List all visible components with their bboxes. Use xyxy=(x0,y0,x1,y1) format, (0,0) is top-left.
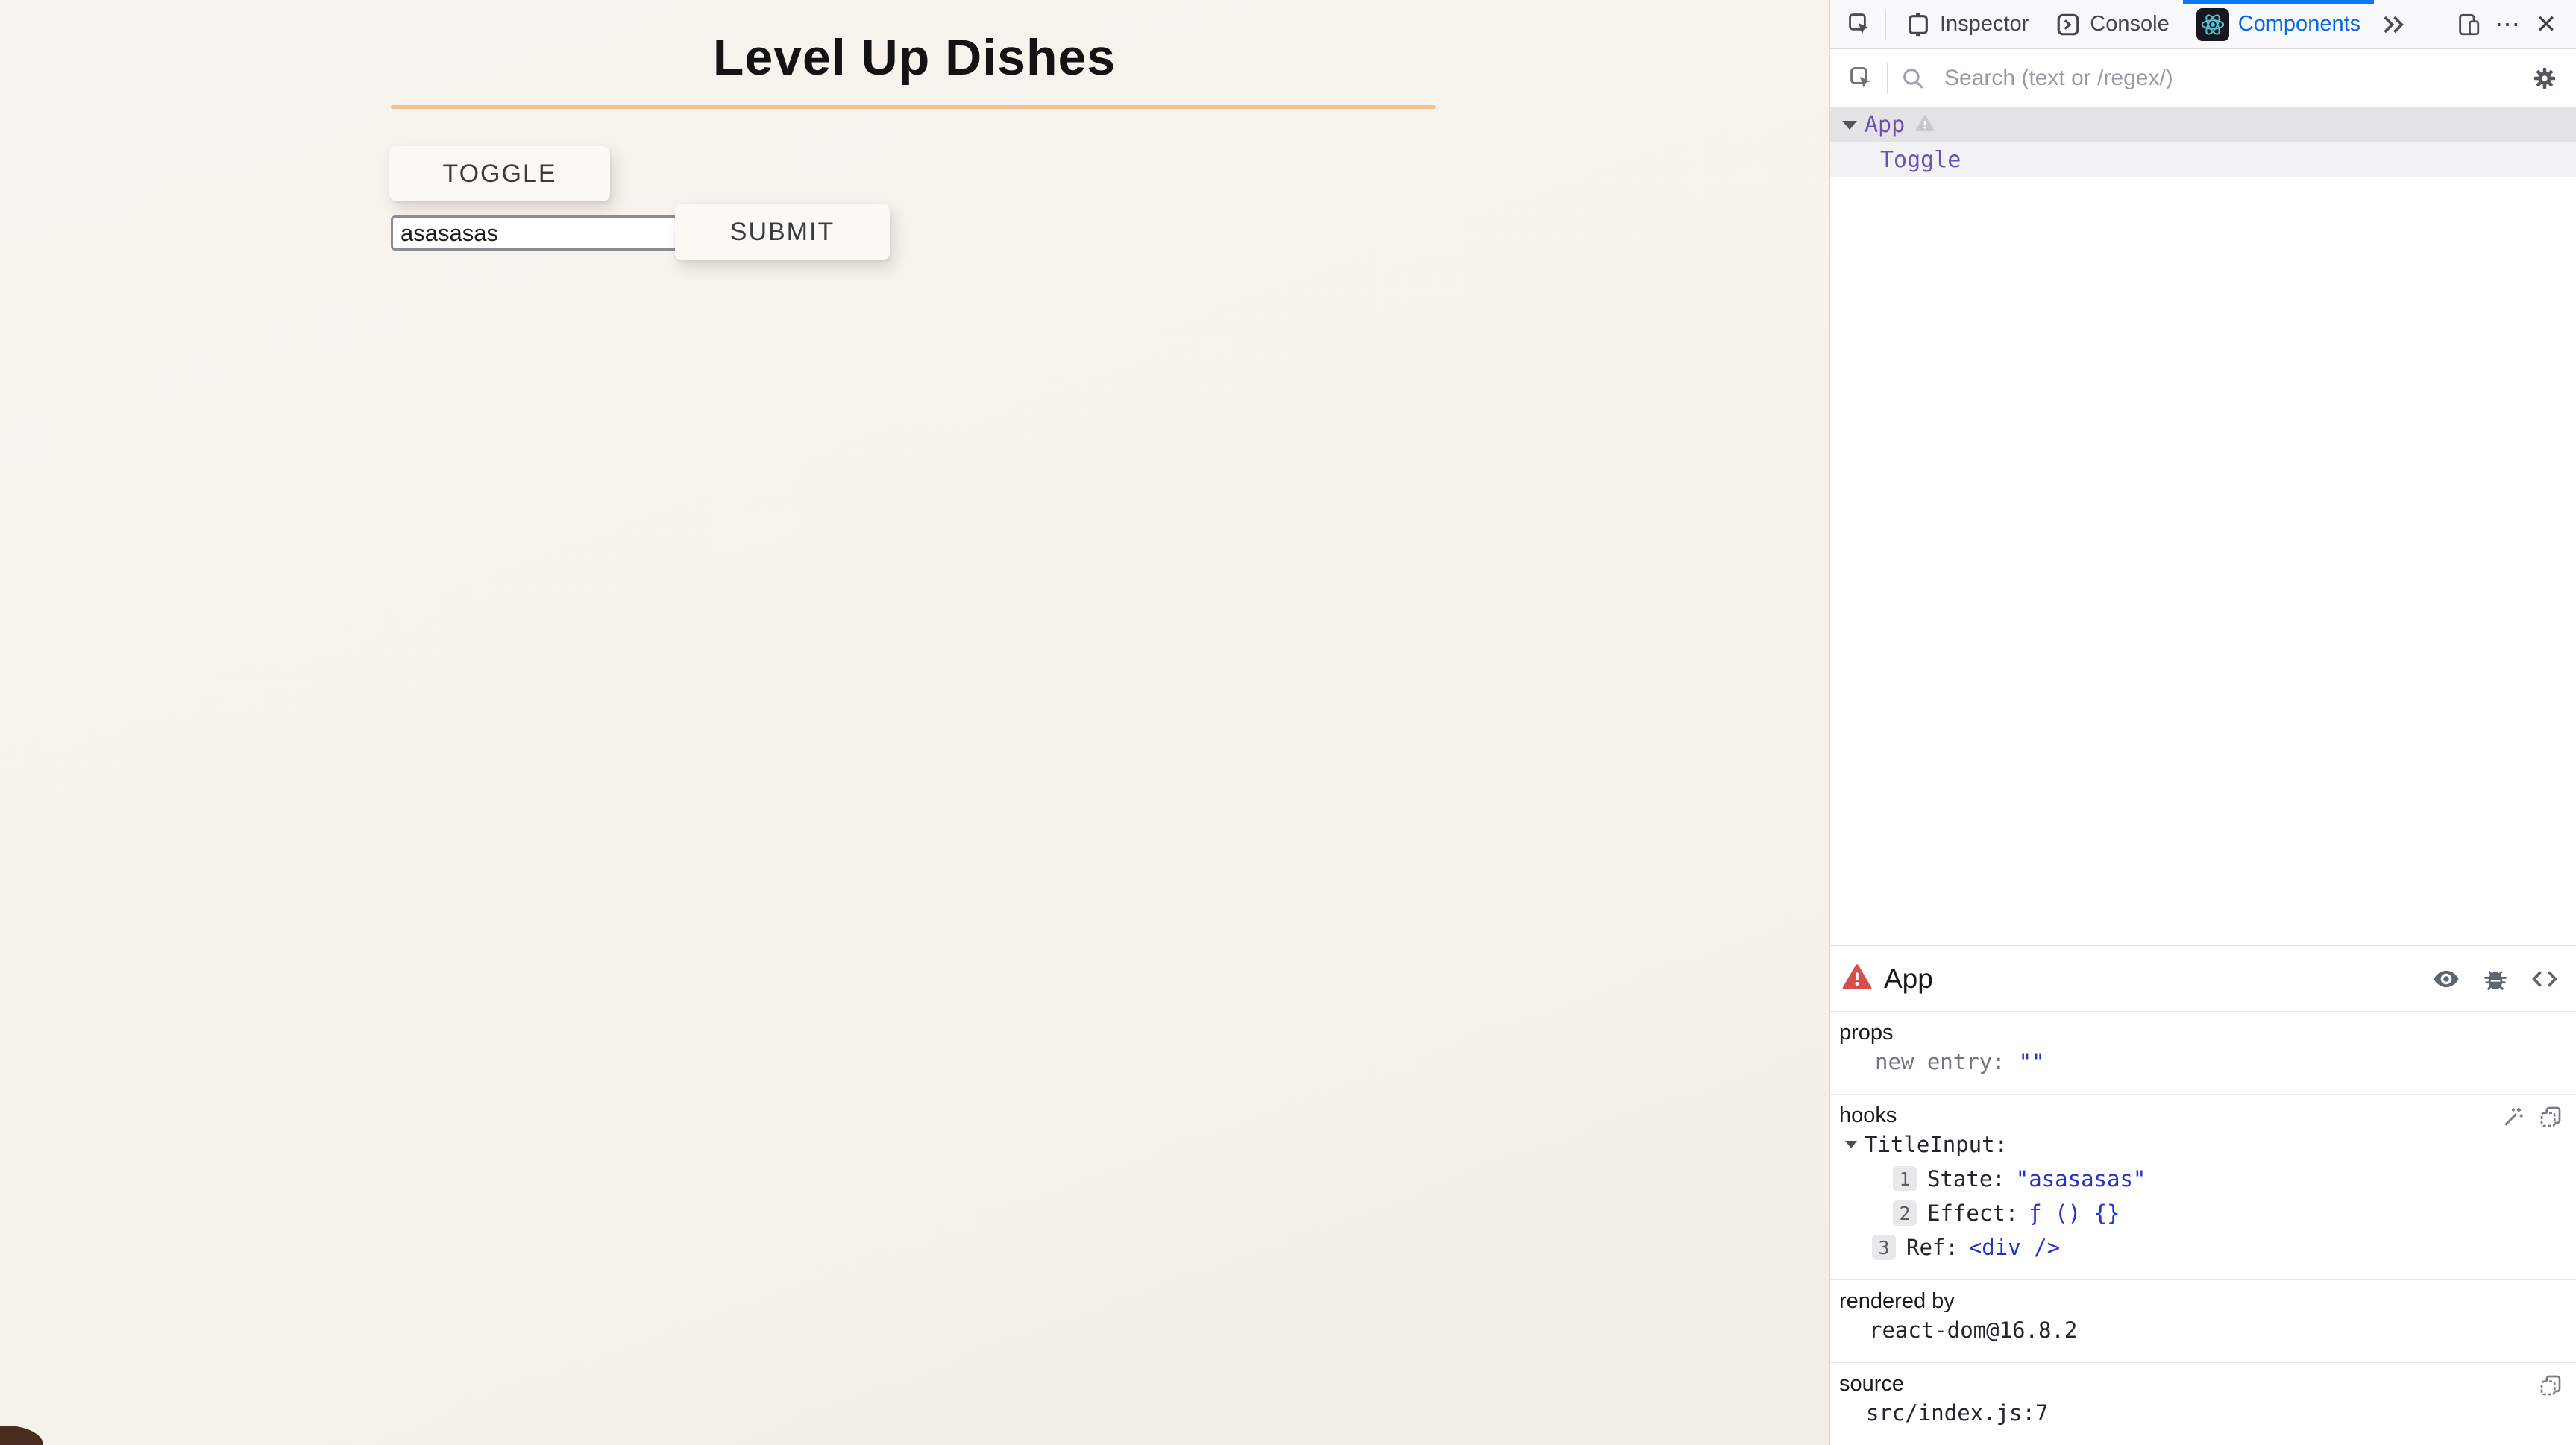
eye-icon[interactable] xyxy=(2427,960,2466,998)
tab-label: Inspector xyxy=(1940,12,2029,37)
code-brackets-icon[interactable] xyxy=(2525,960,2564,998)
warning-triangle-icon xyxy=(1915,112,1935,138)
react-icon xyxy=(2196,8,2229,41)
toolbar-divider xyxy=(1885,9,1886,40)
bug-icon[interactable] xyxy=(2476,960,2515,998)
title-underline xyxy=(391,105,1436,109)
hook-index-badge: 2 xyxy=(1893,1200,1917,1226)
section-label: source xyxy=(1839,1372,2564,1396)
hook-name: Effect: xyxy=(1927,1200,2018,1226)
component-name: App xyxy=(1865,112,1905,138)
gear-icon[interactable] xyxy=(2525,59,2564,98)
magic-wand-icon[interactable] xyxy=(2501,1105,2525,1132)
toolbar-divider xyxy=(1887,63,1888,94)
hook-row-state[interactable]: 1 State: "asasasas" xyxy=(1839,1162,2564,1196)
meatball-menu-icon[interactable]: ⋯ xyxy=(2488,5,2527,44)
custom-hook-name: TitleInput: xyxy=(1865,1132,2008,1157)
pick-element-icon[interactable] xyxy=(1842,59,1881,98)
section-label: rendered by xyxy=(1839,1289,2564,1313)
components-search-row xyxy=(1830,49,2576,107)
hook-row-ref[interactable]: 3 Ref: <div /> xyxy=(1839,1230,2564,1265)
hook-value: <div /> xyxy=(1969,1235,2060,1260)
rendered-by-value[interactable]: react-dom@16.8.2 xyxy=(1869,1318,2077,1343)
component-inspector: App xyxy=(1830,945,2576,1445)
title-input[interactable] xyxy=(391,215,679,251)
component-tree: App Toggle xyxy=(1830,107,2576,945)
inspector-icon xyxy=(1906,12,1931,37)
hook-name: Ref: xyxy=(1906,1235,1958,1260)
console-icon xyxy=(2055,12,2081,37)
devtools-panel: Inspector Console xyxy=(1829,0,2576,1445)
pick-element-icon[interactable] xyxy=(1841,5,1879,44)
hook-value: "asasasas" xyxy=(2016,1166,2146,1191)
page-title: Level Up Dishes xyxy=(0,28,1829,86)
error-triangle-icon xyxy=(1842,963,1872,994)
hook-row-effect[interactable]: 2 Effect: ƒ () {} xyxy=(1839,1196,2564,1230)
chevron-down-icon[interactable] xyxy=(1845,1141,1857,1148)
chevron-down-icon[interactable] xyxy=(1842,121,1857,130)
hooks-section: hooks xyxy=(1830,1095,2576,1280)
hook-value: ƒ () {} xyxy=(2029,1200,2120,1226)
source-value[interactable]: src/index.js:7 xyxy=(1866,1400,2048,1426)
screen: Level Up Dishes TOGGLE SUBMIT xyxy=(0,0,2576,1445)
rendered-by-section: rendered by react-dom@16.8.2 xyxy=(1830,1280,2576,1363)
tree-row-toggle[interactable]: Toggle xyxy=(1830,142,2576,177)
devtools-tabbar: Inspector Console xyxy=(1830,0,2576,49)
toggle-button[interactable]: TOGGLE xyxy=(389,146,610,201)
copy-icon[interactable] xyxy=(2539,1373,2563,1400)
props-section: props new entry: "" xyxy=(1830,1012,2576,1095)
active-tab-indicator xyxy=(2183,0,2374,4)
hook-titleinput-row[interactable]: TitleInput: xyxy=(1839,1127,2564,1162)
more-tabs-chevron-icon[interactable] xyxy=(2374,5,2413,44)
hook-index-badge: 1 xyxy=(1893,1166,1917,1191)
section-label: hooks xyxy=(1839,1104,2564,1127)
responsive-design-icon[interactable] xyxy=(2449,5,2488,44)
tab-console[interactable]: Console xyxy=(2042,0,2182,49)
submit-button[interactable]: SUBMIT xyxy=(675,204,890,260)
source-section: source src/index.js:7 xyxy=(1830,1363,2576,1445)
components-search-input[interactable] xyxy=(1944,66,2525,91)
prop-value: "" xyxy=(2019,1049,2045,1074)
prop-row[interactable]: new entry: "" xyxy=(1839,1045,2564,1079)
tab-components[interactable]: Components xyxy=(2183,0,2374,49)
app-page: Level Up Dishes TOGGLE SUBMIT xyxy=(0,0,1829,1445)
hook-index-badge: 3 xyxy=(1872,1235,1896,1260)
close-icon[interactable]: ✕ xyxy=(2527,5,2566,44)
component-name: Toggle xyxy=(1880,147,1961,173)
inspected-component-name: App xyxy=(1884,963,1933,995)
section-label: props xyxy=(1839,1021,2564,1045)
tree-row-app[interactable]: App xyxy=(1830,107,2576,142)
copy-icon[interactable] xyxy=(2539,1105,2563,1132)
tab-label: Console xyxy=(2090,12,2169,37)
search-icon xyxy=(1894,59,1932,98)
prop-key: new entry: xyxy=(1875,1049,2005,1074)
tab-inspector[interactable]: Inspector xyxy=(1892,0,2042,49)
tab-label: Components xyxy=(2238,12,2360,37)
bottom-left-corner-shape xyxy=(0,1426,43,1445)
hook-name: State: xyxy=(1927,1166,2005,1191)
inspector-header: App xyxy=(1830,946,2576,1012)
